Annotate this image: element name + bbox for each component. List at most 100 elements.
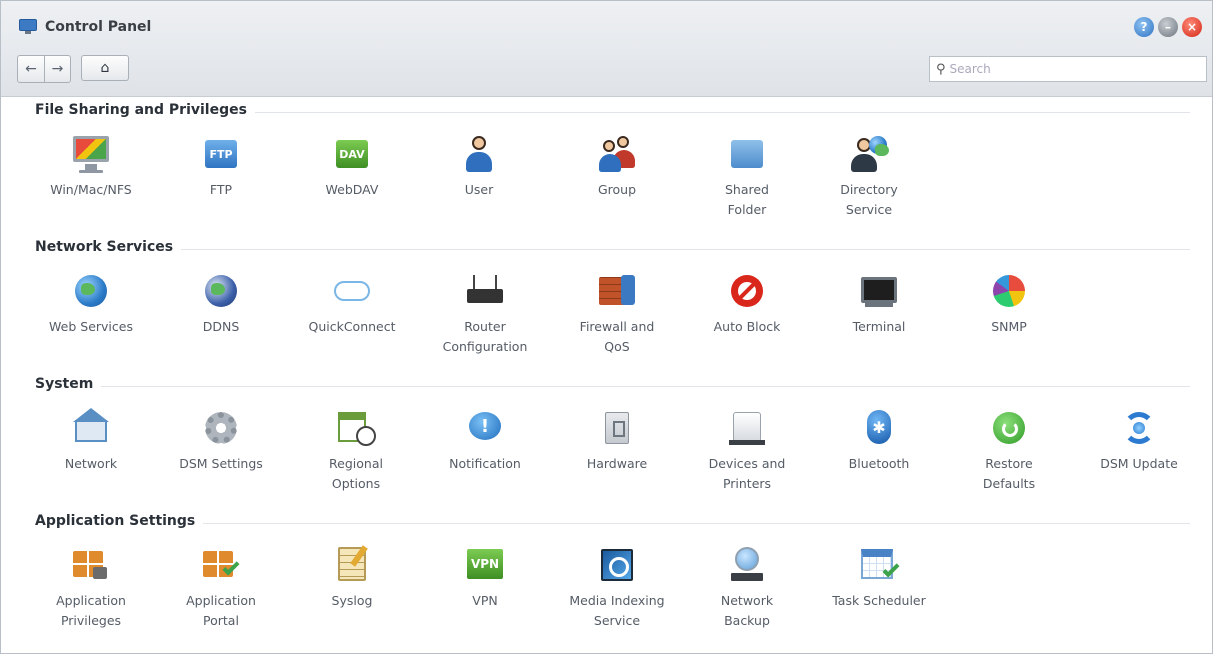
control-panel-content: File Sharing and Privileges Win/Mac/NFS … — [1, 98, 1212, 654]
control-panel-window: Control Panel ? – × ← → ⌂ ⚲ File Sharing… — [0, 0, 1213, 654]
section-title: Network Services — [35, 239, 182, 255]
item-notification[interactable]: ! Notification — [425, 400, 545, 474]
update-icon — [1117, 406, 1161, 450]
ftp-icon: FTP — [199, 132, 243, 176]
item-label: WebDAV — [325, 182, 379, 197]
item-label: Firewall and QoS — [579, 319, 655, 354]
item-label: Application Portal — [186, 593, 256, 628]
cloud-icon — [330, 269, 374, 313]
item-ddns[interactable]: DDNS — [161, 263, 281, 337]
item-terminal[interactable]: Terminal — [819, 263, 939, 337]
section-divider — [35, 386, 1190, 387]
item-snmp[interactable]: SNMP — [949, 263, 1069, 337]
item-restore-defaults[interactable]: Restore Defaults — [949, 400, 1069, 494]
search-input[interactable] — [949, 62, 1180, 76]
item-label: QuickConnect — [308, 319, 396, 334]
gear-icon — [199, 406, 243, 450]
monitor-icon — [69, 132, 113, 176]
group-icon — [595, 132, 639, 176]
item-task-scheduler[interactable]: Task Scheduler — [819, 537, 939, 611]
item-media-indexing-service[interactable]: Media Indexing Service — [557, 537, 677, 631]
item-syslog[interactable]: Syslog — [292, 537, 412, 611]
item-label: Restore Defaults — [982, 456, 1036, 491]
directory-service-icon — [847, 132, 891, 176]
item-label: Media Indexing Service — [569, 593, 665, 628]
item-label: Auto Block — [713, 319, 781, 334]
item-label: Group — [597, 182, 637, 197]
section-title: Application Settings — [35, 513, 204, 529]
regional-options-icon — [334, 406, 378, 450]
item-label: Devices and Printers — [708, 456, 786, 491]
item-label: DSM Update — [1100, 456, 1178, 471]
restore-icon — [987, 406, 1031, 450]
house-icon — [69, 406, 113, 450]
item-shared-folder[interactable]: Shared Folder — [687, 126, 807, 220]
item-web-services[interactable]: Web Services — [31, 263, 151, 337]
help-button[interactable]: ? — [1134, 17, 1154, 37]
item-application-portal[interactable]: Application Portal — [161, 537, 281, 631]
section-title: File Sharing and Privileges — [35, 102, 255, 118]
ddns-icon — [199, 269, 243, 313]
item-label: Bluetooth — [848, 456, 910, 471]
arrow-left-icon: ← — [25, 61, 37, 77]
item-network-backup[interactable]: Network Backup — [687, 537, 807, 631]
section-title: System — [35, 376, 102, 392]
item-hardware[interactable]: Hardware — [557, 400, 677, 474]
item-network[interactable]: Network — [31, 400, 151, 474]
item-router-configuration[interactable]: Router Configuration — [425, 263, 545, 357]
item-label: Syslog — [331, 593, 373, 608]
item-label: SNMP — [991, 319, 1027, 334]
arrow-right-icon: → — [51, 61, 64, 77]
media-indexing-icon — [595, 543, 639, 587]
close-button[interactable]: × — [1182, 17, 1202, 37]
item-group[interactable]: Group — [557, 126, 677, 200]
item-win-mac-nfs[interactable]: Win/Mac/NFS — [31, 126, 151, 200]
item-label: FTP — [209, 182, 233, 197]
hardware-icon — [595, 406, 639, 450]
home-button[interactable]: ⌂ — [81, 55, 129, 81]
search-box[interactable]: ⚲ — [929, 56, 1207, 82]
item-dsm-update[interactable]: DSM Update — [1079, 400, 1199, 474]
search-icon: ⚲ — [936, 61, 946, 77]
item-label: Task Scheduler — [832, 593, 926, 608]
item-bluetooth[interactable]: ✱ Bluetooth — [819, 400, 939, 474]
item-vpn[interactable]: VPN VPN — [425, 537, 545, 611]
item-label: VPN — [472, 593, 498, 608]
syslog-icon — [330, 543, 374, 587]
item-label: DDNS — [202, 319, 240, 334]
notification-icon: ! — [463, 406, 507, 450]
globe-icon — [69, 269, 113, 313]
shared-folder-icon — [725, 132, 769, 176]
item-label: Router Configuration — [442, 319, 528, 354]
back-button[interactable]: ← — [18, 56, 44, 82]
item-directory-service[interactable]: Directory Service — [809, 126, 929, 220]
item-label: Regional Options — [329, 456, 383, 491]
window-title-text: Control Panel — [45, 19, 152, 35]
item-auto-block[interactable]: Auto Block — [687, 263, 807, 337]
minimize-button[interactable]: – — [1158, 17, 1178, 37]
item-label: Terminal — [852, 319, 906, 334]
item-label: Shared Folder — [724, 182, 769, 217]
item-label: User — [464, 182, 494, 197]
item-label: Hardware — [586, 456, 648, 471]
item-label: Application Privileges — [56, 593, 126, 628]
item-ftp[interactable]: FTP FTP — [161, 126, 281, 200]
item-label: Win/Mac/NFS — [50, 182, 132, 197]
forward-button[interactable]: → — [44, 56, 70, 82]
section-divider — [35, 249, 1190, 250]
item-application-privileges[interactable]: Application Privileges — [31, 537, 151, 631]
item-devices-printers[interactable]: Devices and Printers — [687, 400, 807, 494]
firewall-icon — [595, 269, 639, 313]
history-nav-group: ← → — [17, 55, 71, 83]
item-regional-options[interactable]: Regional Options — [296, 400, 416, 494]
item-firewall-qos[interactable]: Firewall and QoS — [557, 263, 677, 357]
item-quickconnect[interactable]: QuickConnect — [292, 263, 412, 337]
item-webdav[interactable]: DAV WebDAV — [292, 126, 412, 200]
router-icon — [463, 269, 507, 313]
vpn-icon: VPN — [463, 543, 507, 587]
item-label: Notification — [449, 456, 521, 471]
item-dsm-settings[interactable]: DSM Settings — [161, 400, 281, 474]
bluetooth-icon: ✱ — [857, 406, 901, 450]
item-user[interactable]: User — [419, 126, 539, 200]
user-icon — [457, 132, 501, 176]
